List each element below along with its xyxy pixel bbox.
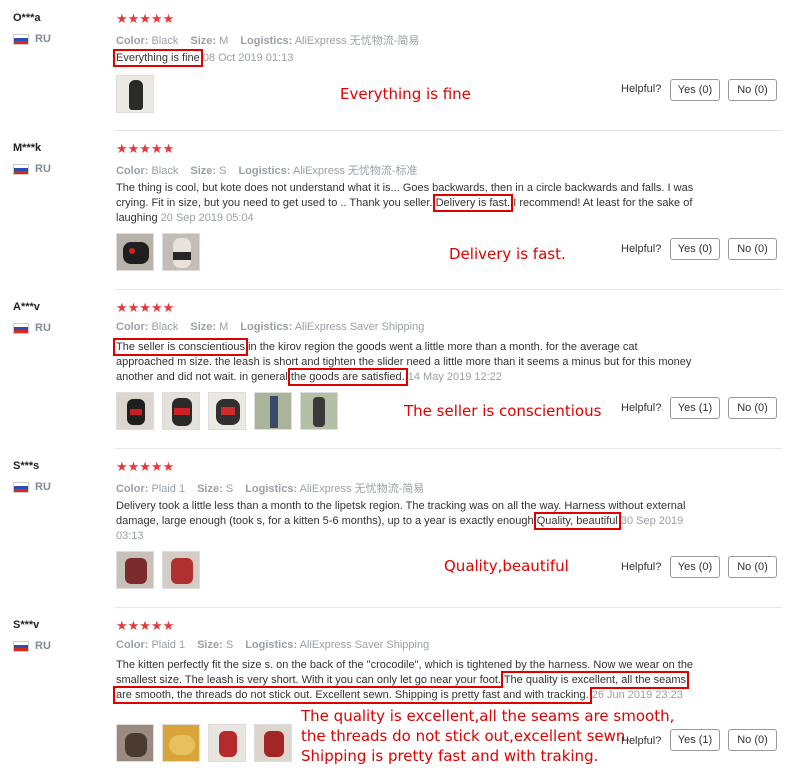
- country-code: RU: [35, 163, 51, 175]
- review-photos: [116, 392, 338, 430]
- review-photo[interactable]: [162, 551, 200, 589]
- review-date: 08 Oct 2019 01:13: [199, 52, 294, 64]
- annotation-text: Quality,beautiful: [444, 557, 569, 575]
- sku-info: Color: Plaid 1 Size: S Logistics: AliExpre…: [116, 639, 430, 651]
- russia-flag-icon: [13, 163, 29, 175]
- sku-info: Color: Black Size: M Logistics: AliExpress…: [116, 321, 425, 333]
- annotation-text: The seller is conscientious: [404, 402, 602, 420]
- review-date: 14 May 2019 12:22: [404, 371, 502, 383]
- review-photo[interactable]: [254, 392, 292, 430]
- helpful-yes-button[interactable]: Yes (0): [670, 556, 720, 578]
- divider: [115, 448, 782, 449]
- review-date: 26 Jun 2019 23:23: [588, 689, 683, 701]
- helpful-no-button[interactable]: No (0): [728, 729, 777, 751]
- sku-info: Color: Plaid 1 Size: S Logistics: AliExpre…: [116, 483, 425, 495]
- helpful-yes-button[interactable]: Yes (0): [670, 79, 720, 101]
- divider: [115, 607, 782, 608]
- review-photo[interactable]: [116, 233, 154, 271]
- russia-flag-icon: [13, 33, 29, 45]
- russia-flag-icon: [13, 481, 29, 493]
- review-photo[interactable]: [162, 233, 200, 271]
- annotation-text: The quality is excellent,all the seams a…: [301, 707, 675, 765]
- helpful-label: Helpful?: [621, 561, 662, 573]
- review-photos: [116, 551, 200, 589]
- review-photos: [116, 233, 200, 271]
- country-code: RU: [35, 481, 51, 493]
- annotation-text: Delivery is fast.: [449, 245, 566, 263]
- review-photo[interactable]: [162, 392, 200, 430]
- reviewer-country: RU: [13, 640, 51, 652]
- review-photo[interactable]: [116, 75, 154, 113]
- reviewer-country: RU: [13, 163, 51, 175]
- helpful-yes-button[interactable]: Yes (1): [670, 397, 720, 419]
- helpful-yes-button[interactable]: Yes (1): [670, 729, 720, 751]
- review-text: The kitten perfectly fit the size s. on …: [112, 659, 694, 704]
- reviewer-name: S***v: [13, 619, 40, 631]
- star-rating: ★★★★★: [116, 141, 175, 156]
- helpful-no-button[interactable]: No (0): [728, 79, 777, 101]
- russia-flag-icon: [13, 322, 29, 334]
- annotation-text: Everything is fine: [340, 85, 471, 103]
- helpful-no-button[interactable]: No (0): [728, 238, 777, 260]
- review-photo[interactable]: [254, 724, 292, 762]
- russia-flag-icon: [13, 640, 29, 652]
- reviewer-country: RU: [13, 33, 51, 45]
- helpful-no-button[interactable]: No (0): [728, 556, 777, 578]
- review-photo[interactable]: [208, 392, 246, 430]
- review-photo[interactable]: [300, 392, 338, 430]
- review-text: Everything is fine 08 Oct 2019 01:13: [113, 49, 294, 67]
- helpful-no-button[interactable]: No (0): [728, 397, 777, 419]
- country-code: RU: [35, 322, 51, 334]
- reviewer-country: RU: [13, 481, 51, 493]
- sku-info: Color: Black Size: S Logistics: AliExpress…: [116, 165, 418, 177]
- country-code: RU: [35, 33, 51, 45]
- divider: [115, 130, 782, 131]
- review-photo[interactable]: [116, 551, 154, 589]
- reviewer-country: RU: [13, 322, 51, 334]
- helpful-label: Helpful?: [621, 83, 662, 95]
- review-text: Delivery took a little less than a month…: [116, 500, 686, 542]
- reviewer-name: M***k: [13, 142, 42, 154]
- review-photos: [116, 724, 292, 762]
- star-rating: ★★★★★: [116, 11, 175, 26]
- review-text: The seller is conscientious in the kirov…: [112, 338, 692, 386]
- star-rating: ★★★★★: [116, 459, 175, 474]
- review-text: The thing is cool, but kote does not und…: [116, 182, 694, 224]
- reviewer-name: O***a: [13, 12, 41, 24]
- divider: [115, 289, 782, 290]
- country-code: RU: [35, 640, 51, 652]
- star-rating: ★★★★★: [116, 618, 175, 633]
- review-photos: [116, 75, 154, 113]
- helpful-yes-button[interactable]: Yes (0): [670, 238, 720, 260]
- review-photo[interactable]: [116, 724, 154, 762]
- helpful-label: Helpful?: [621, 402, 662, 414]
- reviewer-name: S***s: [13, 460, 40, 472]
- star-rating: ★★★★★: [116, 300, 175, 315]
- reviewer-name: A***v: [13, 301, 40, 313]
- sku-info: Color: Black Size: M Logistics: AliExpress…: [116, 35, 420, 47]
- review-photo[interactable]: [208, 724, 246, 762]
- review-date: 20 Sep 2019 05:04: [157, 212, 254, 224]
- review-photo[interactable]: [116, 392, 154, 430]
- helpful-label: Helpful?: [621, 243, 662, 255]
- review-photo[interactable]: [162, 724, 200, 762]
